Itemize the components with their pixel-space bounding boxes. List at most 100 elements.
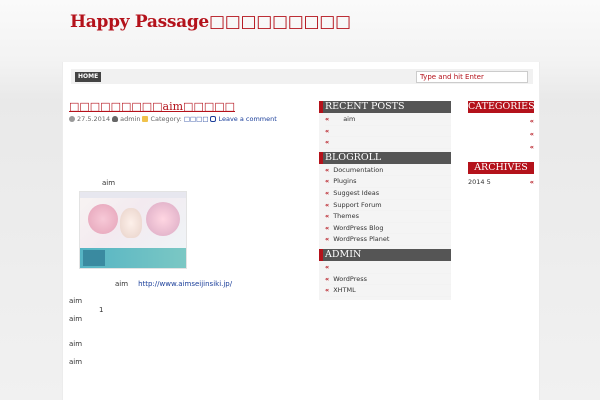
post-text-line: aim xyxy=(102,179,116,187)
widget-title: CATEGORIES xyxy=(468,101,535,113)
list-item-label: aim xyxy=(343,115,356,123)
list-item[interactable]: « xyxy=(468,141,534,154)
post-text-line: aim http://www.aimseijinsiki.jp/ xyxy=(115,280,232,288)
list-item[interactable]: 2014 5 « xyxy=(468,176,534,189)
list-item[interactable]: « xyxy=(325,262,451,274)
list-item[interactable]: « xyxy=(325,137,451,149)
bullet-icon: « xyxy=(529,117,534,125)
image-banner xyxy=(80,248,186,268)
post-title[interactable]: □□□□□□□□□aim□□□□□ xyxy=(69,100,309,113)
widget-title-text: BLOGROLL xyxy=(325,151,382,163)
list-item[interactable]: «WordPress xyxy=(325,274,451,286)
post-text-line: 1 xyxy=(99,306,104,314)
list-item-label: WordPress Planet xyxy=(333,235,390,244)
list-item-label: WordPress Blog xyxy=(333,223,384,232)
post-author: admin xyxy=(120,115,141,123)
bullet-icon: « xyxy=(325,165,330,174)
bullet-icon: « xyxy=(325,188,330,197)
widget-title-text: ADMIN xyxy=(325,248,362,260)
folder-icon xyxy=(142,116,149,122)
list-item-label: 2014 5 xyxy=(468,178,491,186)
image-figure xyxy=(120,208,142,238)
list-item-label: Suggest Ideas xyxy=(333,188,380,197)
nav-home-link[interactable]: HOME xyxy=(75,72,102,82)
bullet-icon: « xyxy=(529,130,534,138)
list-item-label: WordPress xyxy=(333,274,368,283)
bullet-icon: « xyxy=(325,223,330,232)
list-item-label: Plugins xyxy=(333,177,357,186)
widget-recent-posts: RECENT POSTS « aim « « xyxy=(319,101,451,152)
list-item-label: XHTML xyxy=(333,286,356,295)
bullet-icon: « xyxy=(325,115,330,123)
list-item[interactable]: «Themes xyxy=(325,211,451,223)
list-item[interactable]: «WordPress Blog xyxy=(325,223,451,235)
post-meta: 27.5.2014 admin Category: □□□□ Leave a c… xyxy=(69,115,309,123)
image-header-bar xyxy=(80,192,186,198)
list-item[interactable]: « aim xyxy=(325,114,451,126)
archives-list: 2014 5 « xyxy=(468,174,534,193)
widget-archives: ARCHIVES 2014 5 « xyxy=(468,162,534,193)
list-item[interactable]: « xyxy=(325,126,451,138)
post-text-line: aim xyxy=(69,315,83,323)
recent-posts-list: « aim « « xyxy=(319,113,451,152)
title-accent xyxy=(319,101,323,113)
widget-categories: CATEGORIES « « « xyxy=(468,101,535,158)
bullet-icon: « xyxy=(325,212,330,221)
comments-link[interactable]: Leave a comment xyxy=(218,115,276,123)
post-image xyxy=(79,191,187,269)
bullet-icon: « xyxy=(325,262,330,271)
category-link[interactable]: □□□□ xyxy=(184,115,209,123)
post-text-line: aim xyxy=(69,358,83,366)
widget-title: RECENT POSTS xyxy=(319,101,451,113)
bullet-icon: « xyxy=(529,143,534,151)
list-item[interactable]: «Suggest Ideas xyxy=(325,188,451,200)
user-icon xyxy=(112,116,119,122)
post-text-line: aim xyxy=(69,297,83,305)
bullet-icon: « xyxy=(325,286,330,295)
widget-admin: ADMIN « «WordPress «XHTML xyxy=(319,248,451,300)
bullet-icon: « xyxy=(325,274,330,283)
bullet-icon: « xyxy=(325,126,330,135)
site-header: Happy Passage□□□□□□□□□ xyxy=(0,0,600,60)
widget-title: BLOGROLL xyxy=(319,151,451,164)
title-accent xyxy=(319,151,323,164)
right-sidebar: CATEGORIES « « « ARCHIVES 2014 5 « xyxy=(468,101,535,193)
image-flower xyxy=(146,202,180,236)
clock-icon xyxy=(69,116,75,122)
widget-title-text: RECENT POSTS xyxy=(325,101,405,112)
content-wrapper: HOME □□□□□□□□□aim□□□□□ 27.5.2014 admin C… xyxy=(62,62,540,400)
post-text-line: aim xyxy=(69,340,83,348)
admin-list: « «WordPress «XHTML xyxy=(319,261,451,300)
bullet-icon: « xyxy=(325,138,330,147)
list-item-label: Documentation xyxy=(333,165,384,174)
list-item[interactable]: «Documentation xyxy=(325,165,451,177)
widget-title: ADMIN xyxy=(319,248,451,261)
search-input[interactable] xyxy=(416,71,528,83)
post-entry: □□□□□□□□□aim□□□□□ 27.5.2014 admin Catego… xyxy=(69,100,309,400)
comment-icon xyxy=(210,116,217,122)
list-item[interactable]: «Support Forum xyxy=(325,200,451,212)
image-banner-logo xyxy=(83,250,105,266)
widget-title: ARCHIVES xyxy=(468,162,534,174)
bullet-icon: « xyxy=(325,177,330,186)
title-accent xyxy=(319,248,323,261)
category-label: Category: xyxy=(150,115,182,123)
list-item[interactable]: « xyxy=(468,128,534,141)
main-navigation: HOME xyxy=(71,69,533,84)
blogroll-list: «Documentation «Plugins «Suggest Ideas «… xyxy=(319,164,451,249)
post-external-link[interactable]: http://www.aimseijinsiki.jp/ xyxy=(138,280,232,288)
list-item[interactable]: «Plugins xyxy=(325,176,451,188)
list-item[interactable]: «XHTML xyxy=(325,285,451,297)
widget-blogroll: BLOGROLL «Documentation «Plugins «Sugges… xyxy=(319,151,451,249)
left-sidebar: RECENT POSTS «aim « « BLOGROLL «Document… xyxy=(319,101,451,300)
image-flower xyxy=(88,204,118,234)
site-title[interactable]: Happy Passage□□□□□□□□□ xyxy=(70,12,351,32)
list-item-label: Support Forum xyxy=(333,200,382,209)
post-date: 27.5.2014 xyxy=(77,115,111,123)
bullet-icon: « xyxy=(325,235,330,244)
list-item[interactable]: «WordPress Planet xyxy=(325,234,451,246)
bullet-icon: « xyxy=(325,200,330,209)
bullet-icon: « xyxy=(529,178,534,186)
list-item[interactable]: « xyxy=(468,115,534,128)
categories-list: « « « xyxy=(468,113,534,158)
